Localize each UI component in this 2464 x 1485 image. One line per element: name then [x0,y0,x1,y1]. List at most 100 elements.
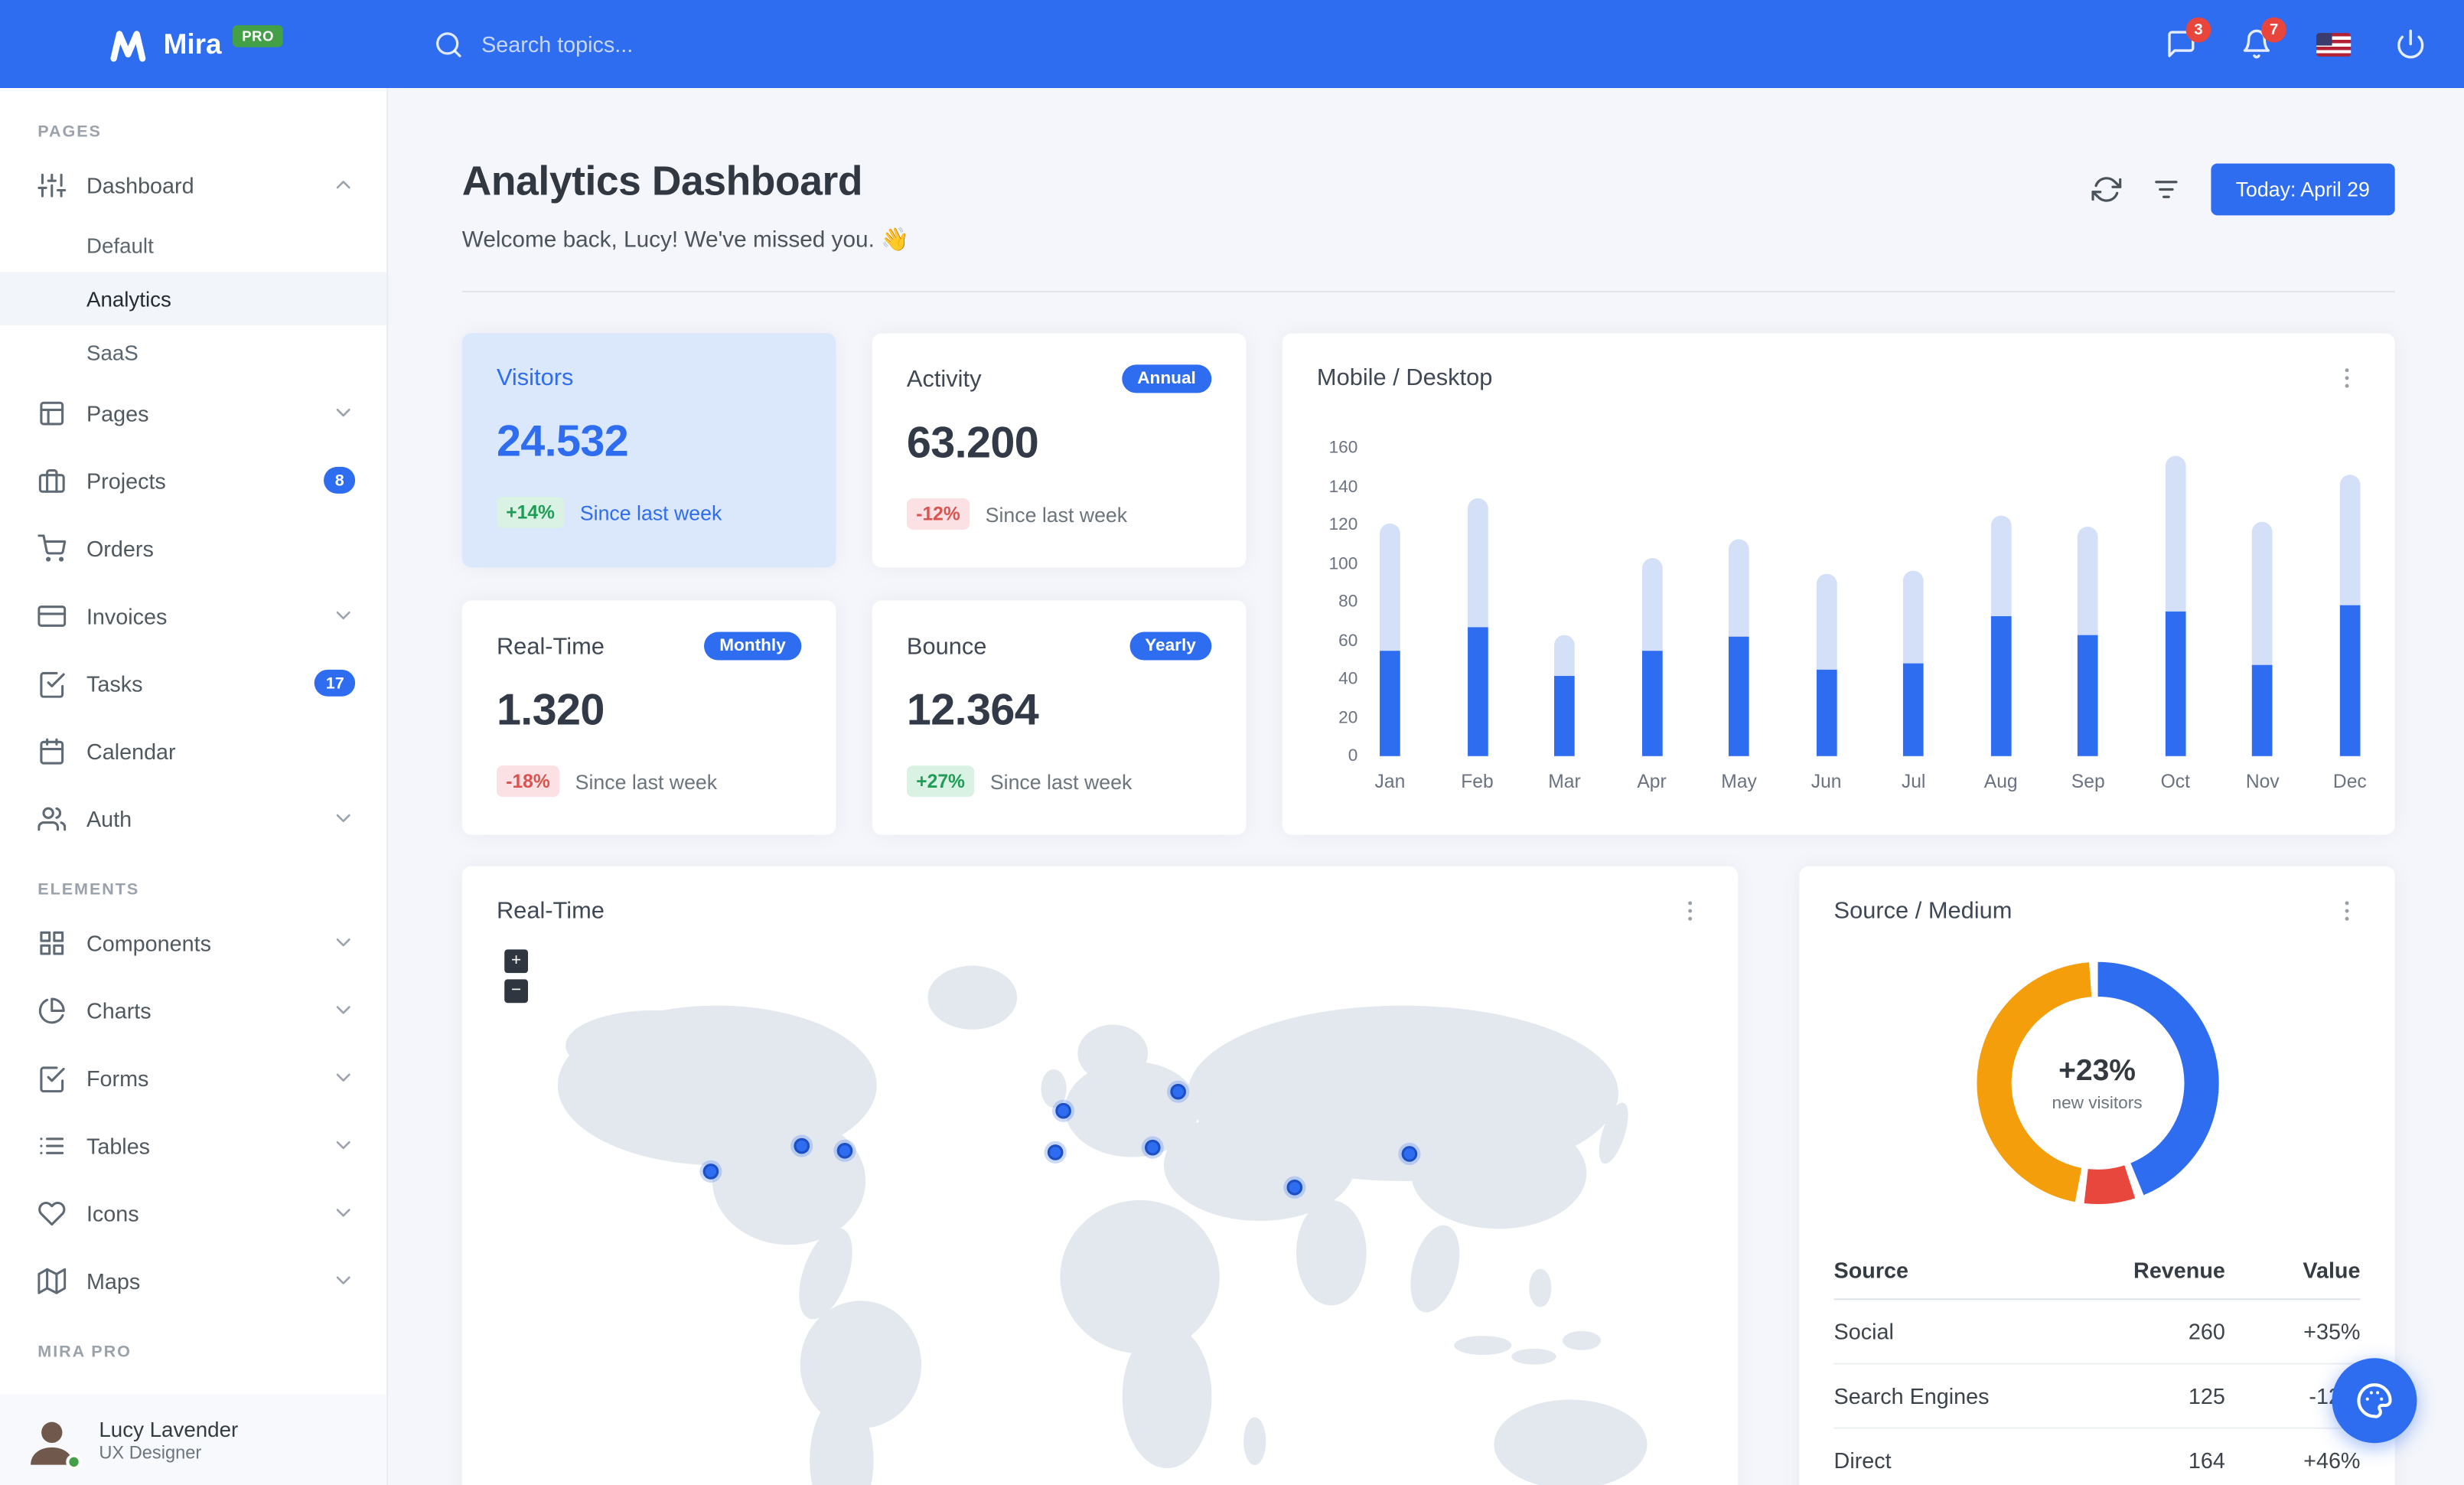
bar-mobile-segment [1729,636,1749,756]
bar-desktop-segment [2078,527,2099,635]
filter-button[interactable] [2151,175,2181,204]
sidebar-item-pages[interactable]: Pages [0,379,386,446]
x-axis-label: Jul [1901,770,1926,793]
map-marker[interactable] [1044,1141,1067,1164]
map-marker[interactable] [699,1160,722,1183]
brand[interactable]: Mira PRO [107,24,284,64]
sidebar-item-invoices[interactable]: Invoices [0,582,386,649]
column-value: Value [2224,1242,2361,1301]
navbar-search [434,29,922,59]
date-range-button[interactable]: Today: April 29 [2210,163,2395,216]
sidebar-item-icons[interactable]: Icons [0,1179,386,1246]
map-marker[interactable] [1141,1136,1164,1159]
card-menu-button[interactable] [2334,364,2361,391]
mobile-desktop-chart: 0 20 40 60 80 100 120 140 160 Jan Feb Mar Apr May Jun… [1317,439,2367,793]
messages-button[interactable]: 3 [2166,17,2211,60]
map-land [557,965,1648,1485]
sign-out-button[interactable] [2395,28,2427,60]
sidebar-user[interactable]: Lucy Lavender UX Designer [0,1394,387,1485]
map-marker[interactable] [790,1134,813,1157]
sidebar-item-saas[interactable]: SaaS [0,325,386,379]
filter-icon [2154,181,2177,198]
column-source: Source [1833,1242,2091,1301]
stat-caption: Since last week [575,769,718,794]
sidebar-section-mira-pro: Mira Pro [37,1342,132,1362]
calendar-icon [37,736,66,765]
bar-aug [1990,515,2012,756]
map-marker[interactable] [1167,1080,1190,1103]
sidebar-item-charts[interactable]: Charts [0,976,386,1043]
check-square-icon [37,669,66,697]
bar-desktop-segment [1816,573,1837,670]
palette-icon [2357,1383,2392,1418]
card-menu-button[interactable] [1677,898,1703,925]
theme-customizer-fab[interactable] [2332,1358,2417,1444]
map-marker[interactable] [1051,1099,1075,1122]
sidebar-item-default[interactable]: Default [0,218,386,272]
x-axis-label: May [1721,770,1757,793]
avatar [21,1410,82,1470]
map-marker[interactable] [1398,1142,1421,1166]
y-tick-label: 0 [1348,746,1358,766]
map-marker[interactable] [833,1139,856,1162]
sidebar-item-label: Charts [86,997,152,1023]
source-medium-donut: +23% new visitors [1964,949,2231,1216]
bar-desktop-segment [1467,498,1488,628]
search-input[interactable] [481,31,922,57]
check-square-icon [37,1063,66,1092]
card-menu-button[interactable] [2334,898,2361,925]
greeting-text: Welcome back, Lucy! We've missed you. 👋 [461,227,910,253]
page-header: Analytics Dashboard Welcome back, Lucy! … [462,157,2395,253]
notifications-button[interactable]: 7 [2241,17,2286,60]
period-badge[interactable]: Monthly [703,632,802,661]
chevron-down-icon [331,1134,355,1157]
sidebar-item-tables[interactable]: Tables [0,1111,386,1179]
cell-value: +46% [2224,1428,2361,1485]
table-row: Direct 164 +46% [1833,1428,2361,1485]
chevron-down-icon [331,401,355,425]
cell-revenue: 164 [2090,1428,2225,1485]
zoom-in-button[interactable]: + [504,949,529,974]
sidebar-item-analytics[interactable]: Analytics [0,272,387,326]
stat-caption: Since last week [985,502,1128,526]
bar-desktop-segment [1990,515,2012,616]
mobile-desktop-card: Mobile / Desktop 0 20 40 60 80 100 120 140 160 J… [1282,333,2395,835]
sidebar-item-projects[interactable]: Projects 8 [0,446,386,514]
column-revenue: Revenue [2090,1242,2225,1301]
stat-value: 1.320 [496,685,605,735]
sidebar-item-label: Tables [86,1132,151,1158]
power-icon [2397,29,2424,59]
period-badge[interactable]: Annual [1121,364,1212,393]
sidebar-item-maps[interactable]: Maps [0,1247,386,1314]
stat-value: 63.200 [906,418,1039,467]
refresh-button[interactable] [2091,175,2121,204]
sidebar-subitem-label: Default [86,233,154,257]
y-tick-label: 40 [1338,669,1358,689]
language-button[interactable] [2316,32,2352,56]
zoom-out-button[interactable]: − [504,979,529,1004]
main-content: Analytics Dashboard Welcome back, Lucy! … [388,88,2464,1485]
table-header-row: Source Revenue Value [1833,1242,2361,1301]
brand-name: Mira [163,28,222,60]
sidebar-item-calendar[interactable]: Calendar [0,716,386,784]
period-badge[interactable]: Yearly [1129,632,1212,661]
chevron-down-icon [331,1201,355,1225]
map-marker[interactable] [1283,1176,1306,1199]
stat-value: 12.364 [906,685,1039,735]
bar-dec [2339,475,2361,756]
bar-mobile-segment [1641,650,1662,756]
sidebar-item-label: Invoices [86,602,168,628]
sidebar-item-auth[interactable]: Auth [0,785,386,852]
x-axis-label: Sep [2071,770,2105,793]
cell-value: +35% [2224,1299,2361,1365]
sidebar-item-forms[interactable]: Forms [0,1044,386,1111]
sidebar-item-label: Dashboard [86,171,194,197]
bar-mobile-segment [1380,650,1400,756]
sidebar-item-tasks[interactable]: Tasks 17 [0,649,386,716]
more-vertical-icon [2345,368,2349,388]
refresh-icon [2091,177,2121,202]
y-tick-label: 140 [1328,477,1358,496]
sidebar-item-dashboard[interactable]: Dashboard [0,151,386,218]
sidebar-item-orders[interactable]: Orders [0,514,386,582]
sidebar-item-components[interactable]: Components [0,909,386,976]
